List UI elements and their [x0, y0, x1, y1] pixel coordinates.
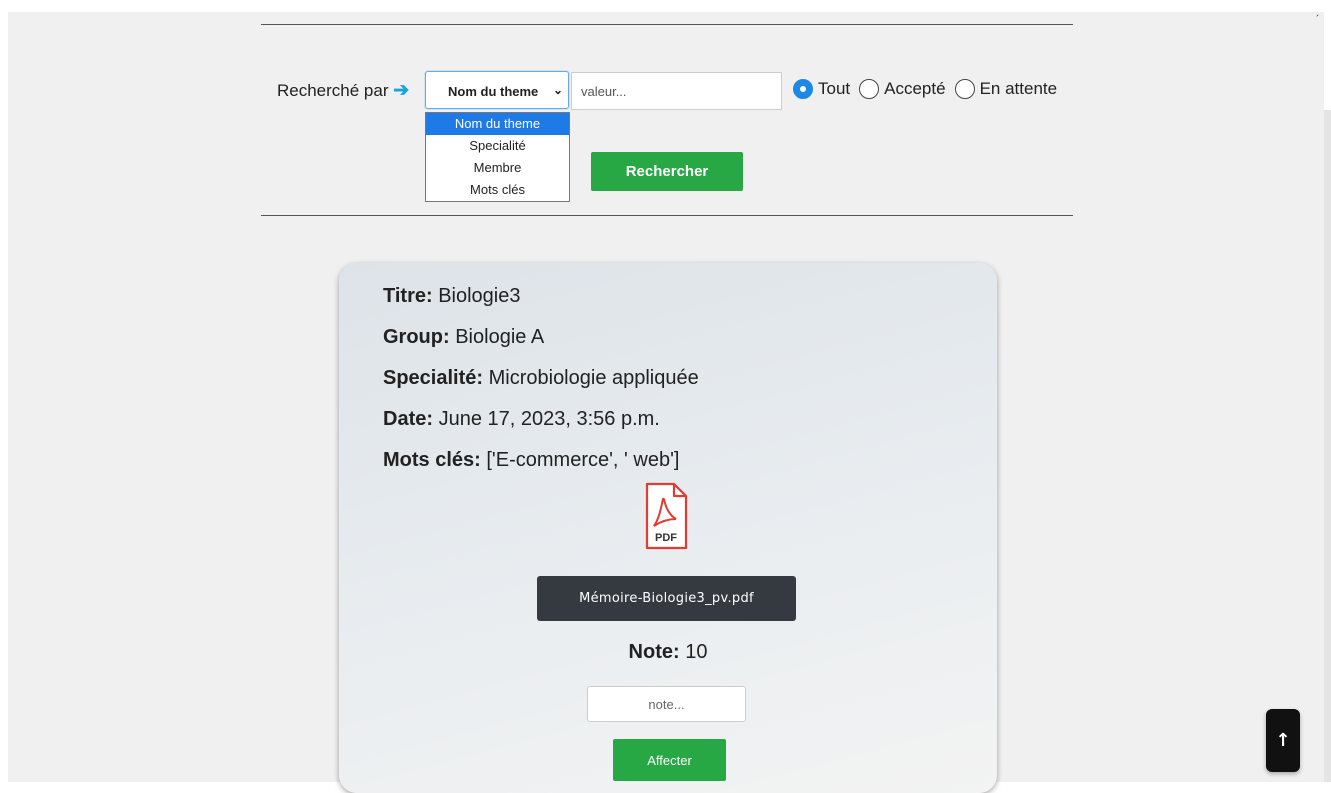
keywords-key: Mots clés: [383, 449, 481, 471]
title-key: Titre: [383, 285, 433, 307]
dropdown-option[interactable]: Membre [426, 157, 569, 179]
status-radio-label[interactable]: En attente [980, 79, 1058, 99]
status-radio-label[interactable]: Tout [818, 79, 850, 99]
group-field: Group: Biologie A [383, 326, 544, 349]
divider-top [261, 24, 1073, 25]
status-radio[interactable] [954, 79, 975, 99]
date-value: June 17, 2023, 3:56 p.m. [438, 408, 660, 430]
keywords-field: Mots clés: ['E-commerce', ' web'] [383, 449, 679, 472]
speciality-field: Specialité: Microbiologie appliquée [383, 367, 699, 390]
search-value-input[interactable] [571, 72, 782, 110]
scrollbar-track[interactable] [1324, 110, 1331, 782]
chevron-down-icon: ⌄ [552, 83, 563, 97]
dropdown-option[interactable]: Nom du theme [426, 113, 569, 135]
search-by-text: Recherché par [277, 81, 389, 100]
file-download-button[interactable]: Mémoire-Biologie3_pv.pdf [537, 576, 796, 621]
corner-tick: ´ [1316, 14, 1320, 26]
divider-bottom [261, 215, 1073, 216]
assign-note-button[interactable]: Affecter [613, 739, 726, 781]
search-field-select[interactable]: Nom du theme ⌄ [425, 71, 569, 109]
note-input[interactable] [587, 686, 746, 722]
note-key: Note: [628, 641, 680, 663]
note-display: Note: 10 [339, 641, 997, 664]
search-by-label: Recherché par ➔ [277, 79, 409, 102]
arrow-right-icon: ➔ [393, 80, 410, 101]
title-field: Titre: Biologie3 [383, 285, 521, 308]
title-value: Biologie3 [438, 285, 521, 307]
pdf-icon-label: PDF [655, 532, 677, 544]
group-value: Biologie A [455, 326, 545, 348]
select-current-value: Nom du theme [448, 84, 539, 99]
speciality-key: Specialité: [383, 367, 484, 389]
status-radio[interactable] [793, 79, 813, 99]
memoire-card: Titre: Biologie3 Group: Biologie A Speci… [339, 263, 997, 793]
status-radio-label[interactable]: Accepté [884, 79, 945, 99]
group-key: Group: [383, 326, 450, 348]
keywords-value: ['E-commerce', ' web'] [486, 449, 680, 471]
dropdown-option[interactable]: Specialité [426, 135, 569, 157]
date-key: Date: [383, 408, 434, 430]
speciality-value: Microbiologie appliquée [488, 367, 699, 389]
date-field: Date: June 17, 2023, 3:56 p.m. [383, 408, 660, 431]
pdf-file-icon[interactable]: PDF [643, 481, 689, 553]
status-radio[interactable] [859, 79, 880, 99]
arrow-up-icon: ↑ [1275, 730, 1291, 751]
status-filter-group: Tout Accepté En attente [793, 77, 1066, 101]
dropdown-option[interactable]: Mots clés [426, 179, 569, 201]
search-button[interactable]: Rechercher [591, 152, 743, 191]
scroll-to-top-button[interactable]: ↑ [1266, 709, 1300, 772]
note-value: 10 [685, 641, 708, 663]
search-field-dropdown[interactable]: Nom du theme Specialité Membre Mots clés [425, 112, 570, 202]
